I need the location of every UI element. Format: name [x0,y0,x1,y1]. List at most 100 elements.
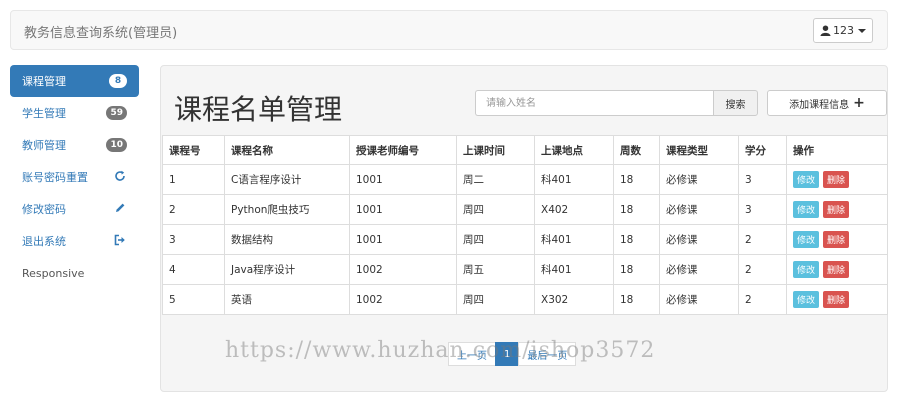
column-header: 操作 [786,135,888,165]
delete-button[interactable]: 删除 [823,261,850,278]
pencil-icon [113,202,127,216]
sidebar-item-change-password[interactable]: 修改密码 [10,193,139,225]
table-cell: 1001 [349,224,457,255]
table-cell: 数据结构 [224,224,350,255]
sidebar-item-logout[interactable]: 退出系统 [10,225,139,257]
table-cell: 3 [738,194,787,225]
table-cell: 18 [613,164,660,195]
logout-icon [113,234,127,248]
table-cell: 必修课 [659,284,739,315]
sidebar: 课程管理 8 学生管理 59 教师管理 10 账号密码重置 修改密码 退出系统 … [10,65,139,289]
column-header: 上课时间 [456,135,535,165]
delete-button[interactable]: 删除 [823,231,850,248]
count-badge: 10 [106,138,127,152]
actions-cell: 修改 删除 [786,254,888,285]
count-badge: 8 [109,74,127,88]
table-cell: 必修课 [659,224,739,255]
table-row: 1 C语言程序设计 1001 周二 科401 18 必修课 3 修改 删除 [162,164,888,195]
table-cell: 18 [613,224,660,255]
table-cell: 科401 [534,164,614,195]
table-cell: 英语 [224,284,350,315]
column-header: 周数 [613,135,660,165]
app-title[interactable]: 教务信息查询系统(管理员) [24,22,177,41]
sidebar-item-label: 课程管理 [22,75,66,88]
plus-icon: + [853,95,865,111]
chevron-down-icon [858,28,866,33]
table-cell: Java程序设计 [224,254,350,285]
sidebar-item-label: Responsive [22,266,85,280]
table-cell: 18 [613,194,660,225]
edit-button[interactable]: 修改 [793,171,820,188]
search-group: 搜索 [475,90,758,116]
user-name: 123 [833,24,854,37]
edit-button[interactable]: 修改 [793,231,820,248]
edit-button[interactable]: 修改 [793,201,820,218]
delete-button[interactable]: 删除 [823,291,850,308]
sidebar-item-students[interactable]: 学生管理 59 [10,97,139,129]
sidebar-item-label: 退出系统 [22,235,66,248]
table-cell: 周五 [456,254,535,285]
table-cell: 2 [738,284,787,315]
table-cell: 科401 [534,254,614,285]
actions-cell: 修改 删除 [786,164,888,195]
actions-cell: 修改 删除 [786,194,888,225]
column-header: 学分 [738,135,787,165]
sidebar-item-label: 学生管理 [22,107,66,120]
table-cell: 2 [738,254,787,285]
table-row: 4 Java程序设计 1002 周五 科401 18 必修课 2 修改 删除 [162,254,888,285]
delete-button[interactable]: 删除 [823,171,850,188]
table-cell: 4 [162,254,225,285]
table-cell: C语言程序设计 [224,164,350,195]
table-cell: 2 [162,194,225,225]
table-row: 5 英语 1002 周四 X302 18 必修课 2 修改 删除 [162,284,888,315]
table-cell: 1 [162,164,225,195]
search-input[interactable] [475,90,713,116]
table-cell: 1001 [349,194,457,225]
user-icon [820,25,831,36]
add-course-label: 添加课程信息 [789,99,850,111]
table-header-row: 课程号 课程名称 授课老师编号 上课时间 上课地点 周数 课程类型 学分 操作 [162,135,888,165]
actions-cell: 修改 删除 [786,224,888,255]
column-header: 课程名称 [224,135,350,165]
table-cell: 2 [738,224,787,255]
table-cell: 周四 [456,224,535,255]
sidebar-item-label: 账号密码重置 [22,171,88,184]
column-header: 课程类型 [659,135,739,165]
table-row: 3 数据结构 1001 周四 科401 18 必修课 2 修改 删除 [162,224,888,255]
table-cell: X302 [534,284,614,315]
table-cell: 必修课 [659,254,739,285]
add-course-button[interactable]: 添加课程信息 + [767,90,887,116]
column-header: 授课老师编号 [349,135,457,165]
refresh-icon [113,170,127,184]
table-cell: 周四 [456,284,535,315]
table-cell: 必修课 [659,164,739,195]
table-cell: 1001 [349,164,457,195]
table-cell: Python爬虫技巧 [224,194,350,225]
table-cell: 18 [613,284,660,315]
sidebar-item-label: 教师管理 [22,139,66,152]
table-cell: X402 [534,194,614,225]
sidebar-item-label: 修改密码 [22,203,66,216]
column-header: 上课地点 [534,135,614,165]
actions-cell: 修改 删除 [786,284,888,315]
table-cell: 1002 [349,254,457,285]
table-cell: 3 [162,224,225,255]
top-navbar: 教务信息查询系统(管理员) 123 [10,10,888,50]
table-cell: 周二 [456,164,535,195]
page-title: 课程名单管理 [174,93,343,126]
edit-button[interactable]: 修改 [793,261,820,278]
delete-button[interactable]: 删除 [823,201,850,218]
search-button[interactable]: 搜索 [713,90,758,116]
watermark-text: https://www.huzhan.com/ishop3572 [225,338,656,363]
sidebar-item-reset-password[interactable]: 账号密码重置 [10,161,139,193]
table-cell: 1002 [349,284,457,315]
user-menu-button[interactable]: 123 [813,18,873,43]
sidebar-item-courses[interactable]: 课程管理 8 [10,65,139,97]
table-cell: 18 [613,254,660,285]
count-badge: 59 [106,106,127,120]
table-cell: 科401 [534,224,614,255]
sidebar-item-teachers[interactable]: 教师管理 10 [10,129,139,161]
sidebar-item-responsive[interactable]: Responsive [10,257,139,289]
edit-button[interactable]: 修改 [793,291,820,308]
table-cell: 3 [738,164,787,195]
